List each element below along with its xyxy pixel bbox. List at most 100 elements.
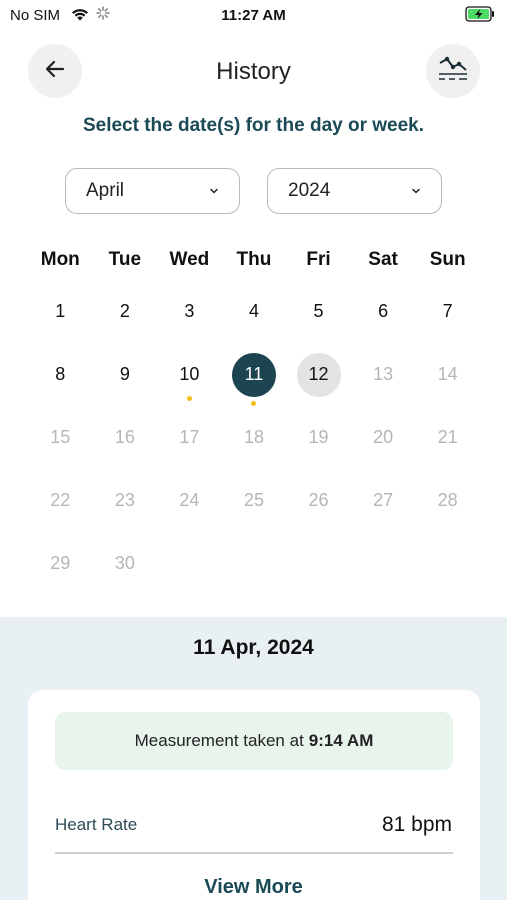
calendar-day[interactable]: 9 — [93, 343, 158, 406]
graph-view-button[interactable] — [426, 44, 480, 98]
weekday-label: Sun — [429, 249, 466, 270]
calendar-day-disabled: 17 — [157, 406, 222, 469]
instruction-text: Select the date(s) for the day or week. — [82, 115, 425, 136]
day-number: 21 — [437, 427, 458, 447]
selected-date-heading: 11 Apr, 2024 — [193, 636, 314, 659]
day-number: 3 — [184, 301, 195, 321]
calendar-day-disabled: 18 — [222, 406, 287, 469]
calendar-day[interactable]: 8 — [28, 343, 93, 406]
day-number: 8 — [55, 364, 66, 384]
day-number: 29 — [50, 553, 71, 573]
calendar-day-disabled: 28 — [415, 469, 480, 532]
month-value: April — [86, 180, 125, 201]
chevron-down-icon — [411, 180, 421, 202]
year-select[interactable]: 2024 — [267, 168, 442, 214]
heart-rate-label: Heart Rate — [55, 815, 138, 834]
calendar-day-disabled: 26 — [286, 469, 351, 532]
day-number: 23 — [114, 490, 135, 510]
calendar-day[interactable]: 7 — [415, 280, 480, 343]
weekday-label: Sat — [368, 249, 398, 270]
calendar-day-disabled: 22 — [28, 469, 93, 532]
trend-graph-icon — [436, 55, 470, 88]
calendar-day[interactable]: 2 — [93, 280, 158, 343]
calendar-week: 22 23 24 25 26 27 28 — [28, 469, 480, 532]
calendar-day[interactable]: 10 — [157, 343, 222, 406]
calendar-day-today[interactable]: 12 — [286, 343, 351, 406]
day-number: 13 — [373, 364, 394, 384]
calendar-day-empty — [222, 532, 287, 595]
status-bar: No SIM 11:27 AM — [0, 0, 507, 30]
day-number: 2 — [119, 301, 130, 321]
calendar-day-disabled: 27 — [351, 469, 416, 532]
chevron-down-icon — [209, 180, 219, 202]
calendar-day-empty — [351, 532, 416, 595]
calendar-day-disabled: 30 — [93, 532, 158, 595]
measurement-dot — [186, 396, 192, 401]
calendar-day-disabled: 20 — [351, 406, 416, 469]
calendar-day-disabled: 25 — [222, 469, 287, 532]
calendar-day-disabled: 29 — [28, 532, 93, 595]
weekday-label: Mon — [40, 249, 80, 270]
day-number: 7 — [442, 301, 453, 321]
calendar-day-disabled: 13 — [351, 343, 416, 406]
day-number: 15 — [50, 427, 71, 447]
calendar-week: 1 2 3 4 5 6 7 — [28, 280, 480, 343]
view-more-button[interactable]: View More — [0, 876, 507, 899]
day-number: 9 — [119, 364, 130, 384]
calendar-day[interactable]: 4 — [222, 280, 287, 343]
calendar-day-empty — [157, 532, 222, 595]
day-number: 11 — [231, 352, 276, 397]
calendar-day-disabled: 23 — [93, 469, 158, 532]
day-number: 27 — [373, 490, 394, 510]
calendar-day-disabled: 21 — [415, 406, 480, 469]
day-number: 20 — [373, 427, 394, 447]
divider — [55, 852, 453, 854]
calendar-day-disabled: 14 — [415, 343, 480, 406]
day-number: 24 — [179, 490, 200, 510]
day-number: 5 — [313, 301, 324, 321]
calendar-day-selected[interactable]: 11 — [222, 343, 287, 406]
calendar-week: 29 30 — [28, 532, 480, 595]
weekday-label: Thu — [236, 249, 272, 270]
measurement-prefix: Measurement taken at — [134, 731, 304, 750]
weekday-header: Mon Tue Wed Thu Fri Sat Sun — [28, 240, 480, 280]
day-number: 22 — [50, 490, 71, 510]
calendar-grid: Mon Tue Wed Thu Fri Sat Sun 1 2 3 4 5 6 … — [28, 240, 480, 595]
calendar-week: 8 9 10 11 12 13 14 — [28, 343, 480, 406]
day-number: 25 — [243, 490, 264, 510]
calendar-day-disabled: 16 — [93, 406, 158, 469]
weekday-label: Tue — [108, 249, 142, 270]
heart-rate-value: 81 bpm — [381, 813, 452, 836]
calendar-day-empty — [415, 532, 480, 595]
calendar-day-disabled: 19 — [286, 406, 351, 469]
day-number: 26 — [308, 490, 329, 510]
day-number: 12 — [296, 352, 341, 397]
calendar-day[interactable]: 3 — [157, 280, 222, 343]
day-number: 14 — [437, 364, 458, 384]
measurement-time-banner: Measurement taken at 9:14 AM — [55, 712, 453, 770]
day-number: 16 — [114, 427, 135, 447]
weekday-label: Fri — [306, 249, 331, 270]
day-number: 6 — [378, 301, 389, 321]
calendar-day-disabled: 24 — [157, 469, 222, 532]
calendar-day-disabled: 15 — [28, 406, 93, 469]
year-value: 2024 — [288, 180, 331, 201]
calendar-day[interactable]: 5 — [286, 280, 351, 343]
month-select[interactable]: April — [65, 168, 240, 214]
weekday-label: Wed — [169, 249, 210, 270]
day-number: 4 — [248, 301, 259, 321]
day-number: 10 — [179, 364, 200, 384]
status-time: 11:27 AM — [221, 7, 286, 24]
calendar-day[interactable]: 6 — [351, 280, 416, 343]
calendar-day-empty — [286, 532, 351, 595]
day-number: 17 — [179, 427, 200, 447]
day-number: 18 — [243, 427, 264, 447]
day-number: 19 — [308, 427, 329, 447]
battery-charging-icon — [465, 6, 495, 27]
calendar-week: 15 16 17 18 19 20 21 — [28, 406, 480, 469]
day-number: 30 — [114, 553, 135, 573]
day-number: 1 — [55, 301, 66, 321]
measurement-time: 9:14 AM — [308, 731, 374, 750]
calendar-day[interactable]: 1 — [28, 280, 93, 343]
day-number: 28 — [437, 490, 458, 510]
